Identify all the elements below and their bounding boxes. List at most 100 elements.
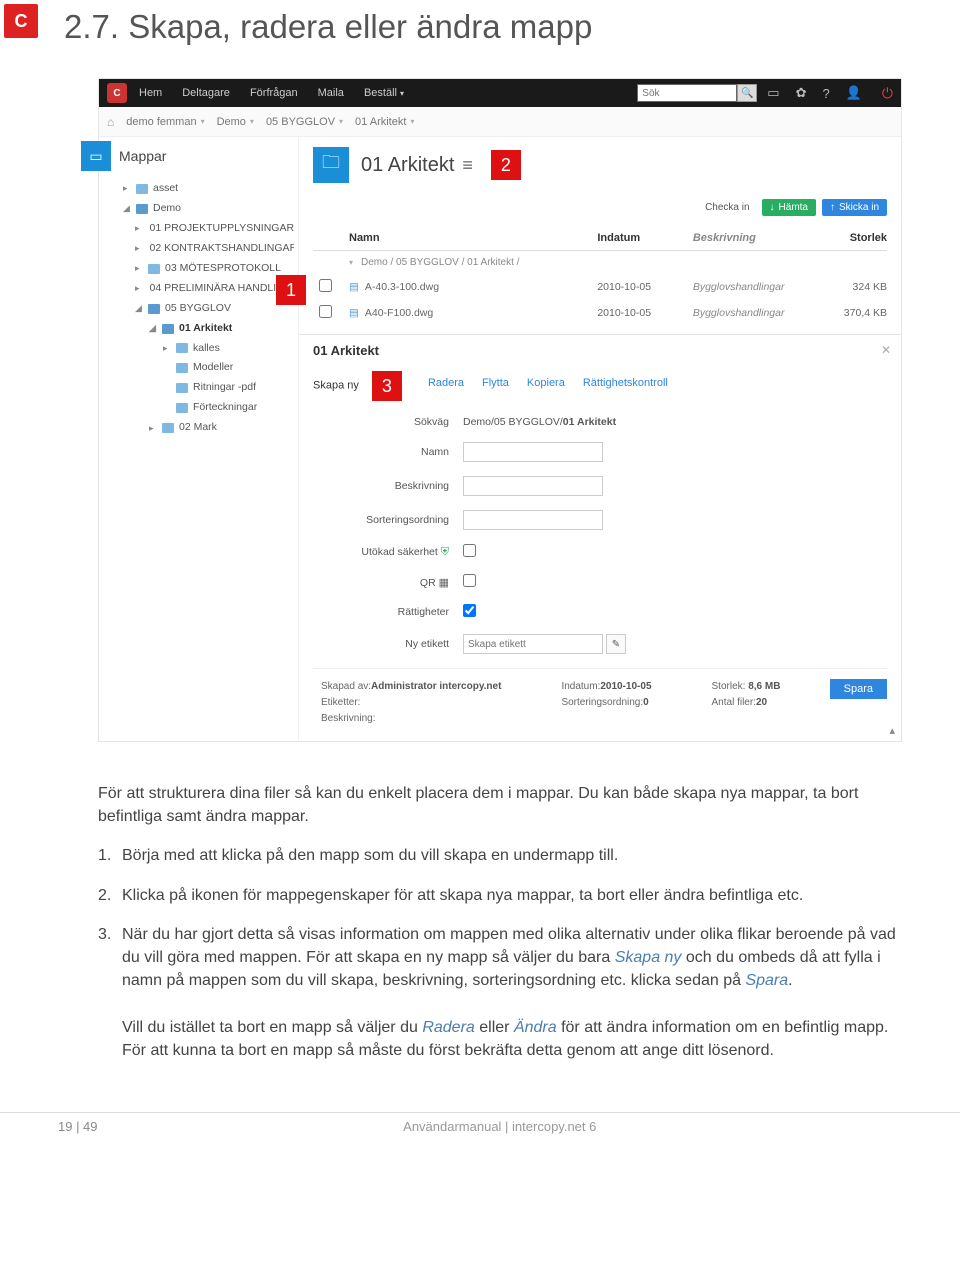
label-sokvag: Sökväg	[353, 416, 463, 428]
tree-node[interactable]: ▸asset	[123, 179, 294, 199]
tree-node[interactable]: ◢05 BYGGLOV	[123, 299, 294, 319]
step-2: 2.Klicka på ikonen för mappegenskaper fö…	[98, 884, 902, 907]
close-icon[interactable]: ✕	[881, 343, 891, 357]
tree-node[interactable]: ▸04 PRELIMINÄRA HANDLINGAR	[123, 279, 294, 299]
create-folder-form: Sökväg Demo/05 BYGGLOV/01 Arkitekt Namn …	[313, 416, 887, 654]
callout-marker-2: 2	[491, 150, 521, 180]
page-heading: 2.7. Skapa, radera eller ändra mapp	[64, 8, 960, 46]
input-beskrivning[interactable]	[463, 476, 603, 496]
label-rattigheter: Rättigheter	[353, 606, 463, 618]
breadcrumb-item[interactable]: 05 BYGGLOV ▾	[266, 116, 343, 128]
checka-in-label[interactable]: Checka in	[705, 202, 749, 213]
breadcrumb-item[interactable]: Demo ▾	[217, 116, 254, 128]
folder-icon: 🗀	[313, 147, 349, 183]
tree-node[interactable]: ▸02 KONTRAKTSHANDLINGAR	[123, 239, 294, 259]
folder-meta: Skapad av:Administrator intercopy.net Et…	[313, 668, 887, 727]
folder-sidebar: ▭ Mappar ▸asset ◢Demo ▸01 PROJEKTUPPLYSN…	[99, 137, 299, 741]
app-logo: C	[107, 83, 127, 103]
breadcrumb-item[interactable]: 01 Arkitekt ▾	[355, 116, 414, 128]
col-namn[interactable]: Namn	[341, 232, 597, 244]
input-namn[interactable]	[463, 442, 603, 462]
chat-icon[interactable]: ▭	[767, 85, 779, 101]
callout-marker-3: 3	[372, 371, 402, 401]
app-screenshot: C Hem Deltagare Förfrågan Maila Beställ …	[98, 78, 902, 742]
step-3: 3. När du har gjort detta så visas infor…	[98, 923, 902, 1062]
tab-rattighetskontroll[interactable]: Rättighetskontroll	[583, 377, 668, 389]
tree-node[interactable]: Förteckningar	[123, 398, 294, 418]
document-body: För att strukturera dina filer så kan du…	[98, 782, 902, 1062]
tree-node[interactable]: ▸01 PROJEKTUPPLYSNINGAR	[123, 219, 294, 239]
folder-tree: ▸asset ◢Demo ▸01 PROJEKTUPPLYSNINGAR ▸02…	[99, 179, 298, 438]
tab-flytta[interactable]: Flytta	[482, 377, 509, 389]
table-row[interactable]: ▤A-40.3-100.dwg 2010-10-05 Bygglovshandl…	[313, 274, 887, 300]
main-header: 🗀 01 Arkitekt ≡ 2	[299, 137, 901, 193]
menu-bestall[interactable]: Beställ ▾	[356, 87, 412, 99]
label-sorteringsordning: Sorteringsordning	[353, 514, 463, 526]
label-beskrivning: Beskrivning	[353, 480, 463, 492]
qr-icon: ▦	[439, 577, 449, 589]
tree-node[interactable]: ▸03 MÖTESPROTOKOLL	[123, 259, 294, 279]
row-checkbox[interactable]	[319, 305, 332, 318]
col-indatum[interactable]: Indatum	[597, 232, 693, 244]
page-number: 19 | 49	[58, 1119, 98, 1134]
value-sokvag: Demo/05 BYGGLOV/01 Arkitekt	[463, 416, 616, 428]
folder-detail-panel: 01 Arkitekt ✕ Skapa ny 3 Radera Flytta K…	[299, 334, 901, 741]
checkbox-qr[interactable]	[463, 574, 476, 587]
shield-icon: ⛨	[441, 546, 449, 558]
callout-marker-1: 1	[276, 275, 306, 305]
detail-title: 01 Arkitekt	[313, 343, 887, 358]
power-icon[interactable]: ⏻	[882, 85, 893, 102]
menu-deltagare[interactable]: Deltagare	[174, 87, 238, 99]
tree-node[interactable]: ▸kalles	[123, 339, 294, 359]
action-buttons: Checka in ↓Hämta ↑Skicka in	[299, 193, 901, 226]
label-ny-etikett: Ny etikett	[353, 638, 463, 650]
breadcrumb-item[interactable]: demo femman ▾	[126, 116, 204, 128]
checkbox-sakerhet[interactable]	[463, 544, 476, 557]
spara-button[interactable]: Spara	[830, 679, 887, 699]
tree-node-selected[interactable]: ◢01 Arkitekt	[123, 319, 294, 339]
tree-node[interactable]: Modeller	[123, 358, 294, 378]
tab-skapa-ny[interactable]: Skapa ny	[313, 380, 359, 392]
label-namn: Namn	[353, 446, 463, 458]
tree-node[interactable]: ▸02 Mark	[123, 418, 294, 438]
sidebar-header-title: Mappar	[119, 148, 166, 164]
step-1: 1.Börja med att klicka på den mapp som d…	[98, 844, 902, 867]
sidebar-header-icon: ▭	[81, 141, 111, 171]
table-header: Namn Indatum Beskrivning Storlek	[313, 226, 887, 251]
col-storlek[interactable]: Storlek	[817, 232, 887, 244]
hamta-button[interactable]: ↓Hämta	[762, 199, 816, 216]
top-menu-bar: C Hem Deltagare Förfrågan Maila Beställ …	[99, 79, 901, 107]
col-beskrivning[interactable]: Beskrivning	[693, 232, 817, 244]
table-row[interactable]: ▤A40-F100.dwg 2010-10-05 Bygglovshandlin…	[313, 300, 887, 326]
menu-maila[interactable]: Maila	[310, 87, 352, 99]
detail-tabs: Skapa ny 3 Radera Flytta Kopiera Rättigh…	[313, 368, 887, 398]
menu-forfragan[interactable]: Förfrågan	[242, 87, 306, 99]
home-icon[interactable]: ⌂	[107, 115, 114, 129]
tree-node[interactable]: Ritningar -pdf	[123, 378, 294, 398]
search-input[interactable]	[637, 84, 737, 102]
gear-icon[interactable]: ✿	[796, 85, 807, 101]
footer-title: Användarmanual | intercopy.net 6	[98, 1119, 902, 1134]
skicka-button[interactable]: ↑Skicka in	[822, 199, 887, 216]
file-table: Namn Indatum Beskrivning Storlek ▾Demo /…	[299, 226, 901, 326]
tab-radera[interactable]: Radera	[428, 377, 464, 389]
top-search: 🔍	[637, 84, 757, 102]
help-icon[interactable]: ?	[823, 86, 830, 101]
input-sorteringsordning[interactable]	[463, 510, 603, 530]
label-qr: QR ▦	[353, 576, 463, 589]
user-icon[interactable]: 👤	[846, 85, 862, 101]
row-checkbox[interactable]	[319, 279, 332, 292]
input-etikett[interactable]	[463, 634, 603, 654]
intro-paragraph: För att strukturera dina filer så kan du…	[98, 782, 902, 828]
edit-etikett-icon[interactable]: ✎	[606, 634, 626, 654]
tree-node[interactable]: ◢Demo	[123, 199, 294, 219]
expand-icon[interactable]: ▴	[889, 724, 895, 737]
checkbox-rattigheter[interactable]	[463, 604, 476, 617]
tab-kopiera[interactable]: Kopiera	[527, 377, 565, 389]
menu-hem[interactable]: Hem	[131, 87, 170, 99]
table-path: ▾Demo / 05 BYGGLOV / 01 Arkitekt /	[313, 251, 887, 274]
properties-icon[interactable]: ≡	[462, 155, 473, 176]
main-title: 01 Arkitekt	[361, 154, 454, 177]
breadcrumb-bar: ⌂ demo femman ▾ Demo ▾ 05 BYGGLOV ▾ 01 A…	[99, 107, 901, 137]
search-button[interactable]: 🔍	[737, 84, 757, 102]
